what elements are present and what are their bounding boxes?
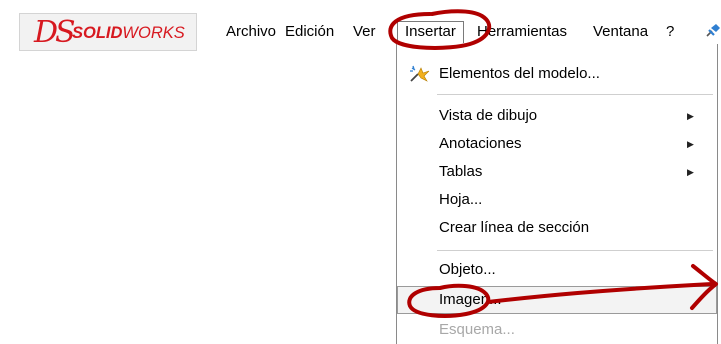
menu-item-crear-linea-seccion[interactable]: Crear línea de sección bbox=[397, 214, 717, 242]
menu-item-label: Tablas bbox=[439, 163, 483, 180]
menu-item-label: Imagen... bbox=[439, 291, 502, 308]
menu-item-label: Anotaciones bbox=[439, 135, 522, 152]
menu-item-anotaciones[interactable]: Anotaciones ▶ bbox=[397, 130, 717, 158]
menu-item-tablas[interactable]: Tablas ▶ bbox=[397, 158, 717, 186]
menu-item-label: Elementos del modelo... bbox=[439, 65, 600, 82]
menu-ver[interactable]: Ver bbox=[353, 23, 376, 41]
menu-item-imagen[interactable]: Imagen... bbox=[397, 286, 717, 314]
menu-item-label: Vista de dibujo bbox=[439, 107, 538, 124]
chevron-right-icon: ▶ bbox=[687, 111, 694, 121]
menu-insertar[interactable]: Insertar bbox=[397, 21, 464, 43]
menu-item-label: Hoja... bbox=[439, 191, 483, 208]
ds-logo-mark: DS bbox=[34, 15, 76, 50]
menu-herramientas[interactable]: Herramientas bbox=[477, 23, 567, 41]
menu-item-objeto[interactable]: Objeto... bbox=[397, 256, 717, 284]
logo-wordmark-thin: WORKS bbox=[122, 24, 185, 42]
menu-item-label: Crear línea de sección bbox=[439, 219, 590, 236]
model-features-icon bbox=[410, 65, 430, 82]
menu-separator bbox=[437, 94, 713, 95]
menu-help[interactable]: ? bbox=[666, 23, 674, 41]
pin-icon[interactable] bbox=[703, 22, 721, 42]
menu-item-esquema: Esquema... bbox=[397, 316, 717, 344]
insertar-dropdown-menu: Elementos del modelo... Vista de dibujo … bbox=[396, 44, 718, 344]
menu-item-label: Objeto... bbox=[439, 261, 496, 278]
chevron-right-icon: ▶ bbox=[687, 139, 694, 149]
logo-wordmark-bold: SOLID bbox=[72, 24, 123, 42]
menu-item-hoja[interactable]: Hoja... bbox=[397, 186, 717, 214]
menu-edicion[interactable]: Edición bbox=[285, 23, 334, 41]
menu-item-vista-dibujo[interactable]: Vista de dibujo ▶ bbox=[397, 102, 717, 130]
menu-item-label: Esquema... bbox=[439, 321, 515, 338]
menu-ventana[interactable]: Ventana bbox=[593, 23, 648, 41]
menu-separator bbox=[437, 250, 713, 251]
solidworks-logo[interactable]: DS SOLIDWORKS bbox=[19, 13, 197, 51]
chevron-right-icon: ▶ bbox=[687, 167, 694, 177]
logo-wordmark: SOLIDWORKS bbox=[72, 24, 185, 43]
menu-item-elementos-modelo[interactable]: Elementos del modelo... bbox=[397, 60, 717, 88]
menu-archivo[interactable]: Archivo bbox=[226, 23, 276, 41]
